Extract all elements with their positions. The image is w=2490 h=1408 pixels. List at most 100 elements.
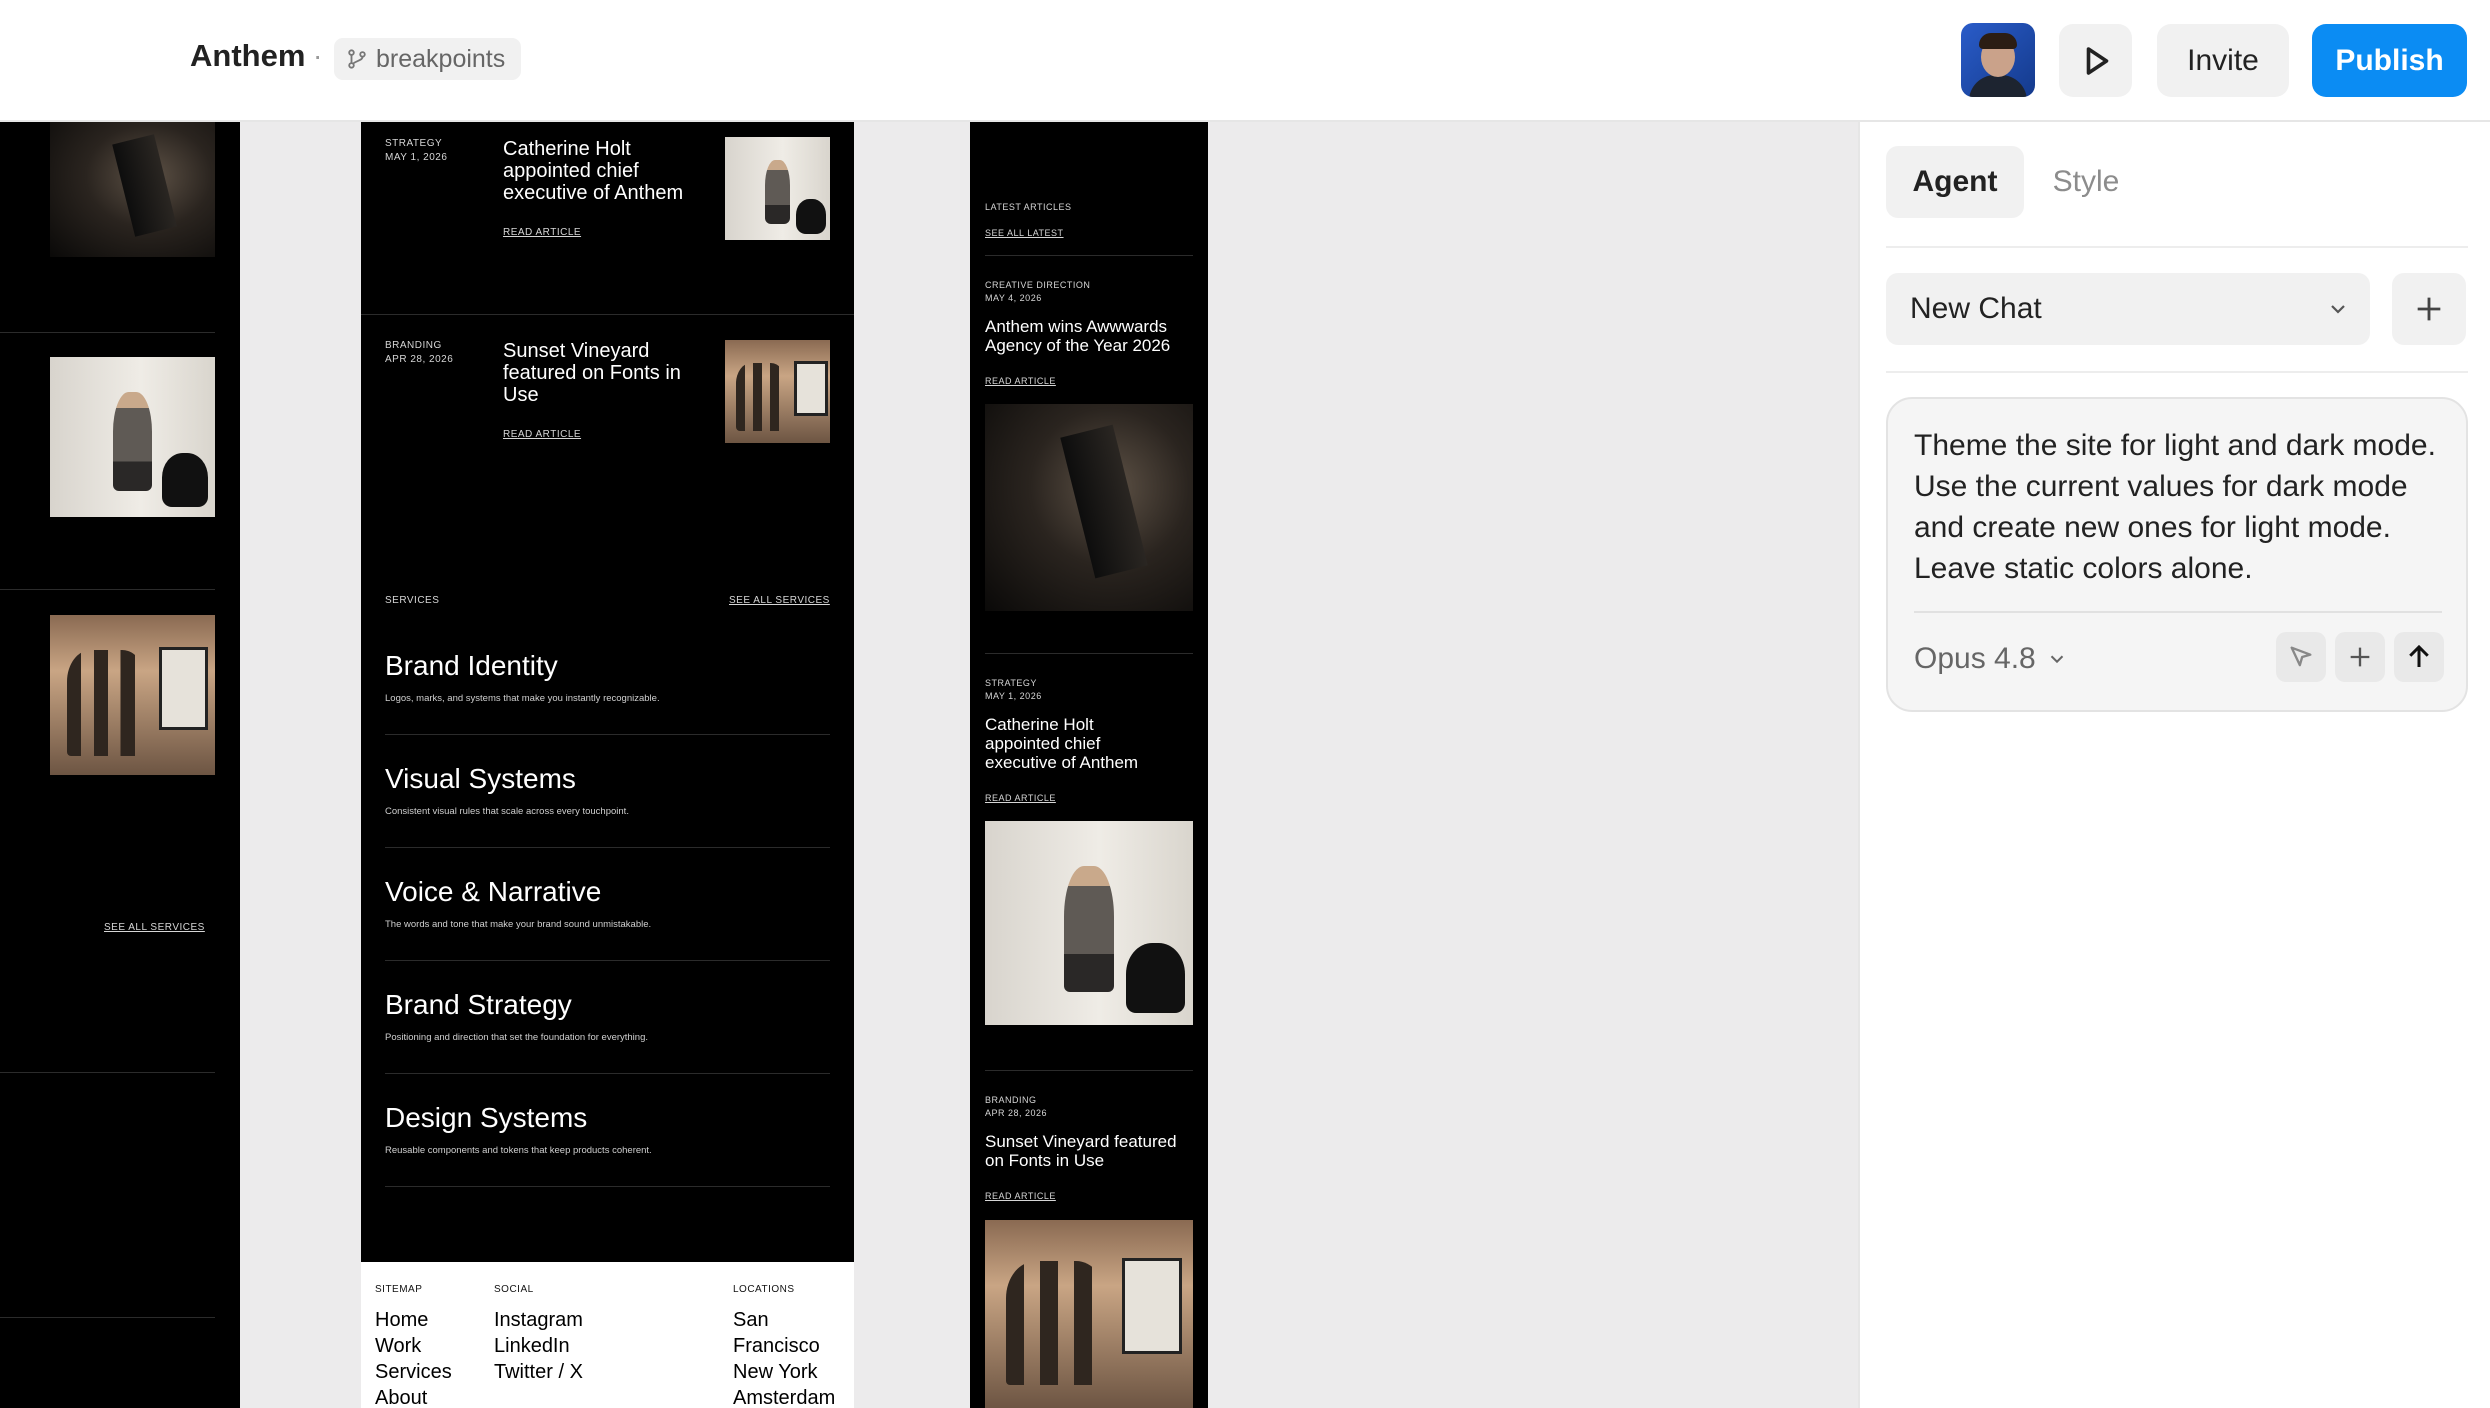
project-name[interactable]: Anthem (190, 38, 305, 74)
select-element-button[interactable] (2276, 632, 2326, 682)
new-chat-button[interactable] (2392, 273, 2466, 345)
article-title[interactable]: Catherine Holt appointed chief executive… (503, 138, 718, 204)
chevron-down-icon (2050, 655, 2063, 664)
latest-articles-label: LATEST ARTICLES (985, 202, 1072, 212)
footer-link-linkedin[interactable]: LinkedIn (494, 1333, 570, 1359)
divider (1914, 611, 2442, 613)
service-description: Reusable components and tokens that keep… (385, 1145, 652, 1156)
breakpoint-frame-small[interactable]: SEE ALL SERVICES (0, 122, 240, 1408)
service-name[interactable]: Voice & Narrative (385, 876, 601, 908)
branch-name: breakpoints (376, 44, 506, 73)
footer-link-services[interactable]: Services (375, 1359, 452, 1385)
article-title[interactable]: Sunset Vineyard featured on Fonts in Use (985, 1132, 1190, 1170)
location-item: New York (733, 1361, 818, 1383)
divider (385, 1186, 830, 1187)
see-all-services-link[interactable]: SEE ALL SERVICES (104, 922, 205, 933)
see-all-latest-link[interactable]: SEE ALL LATEST (985, 228, 1064, 238)
breakpoint-frame-mobile[interactable]: LATEST ARTICLES SEE ALL LATEST CREATIVE … (970, 122, 1208, 1408)
avatar[interactable] (1961, 23, 2035, 97)
footer-link-twitter[interactable]: Twitter / X (494, 1359, 583, 1385)
service-description: The words and tone that make your brand … (385, 919, 652, 930)
footer-link-home[interactable]: Home (375, 1307, 428, 1333)
chat-composer[interactable]: Theme the site for light and dark mode. … (1886, 397, 2468, 712)
article-title[interactable]: Sunset Vineyard featured on Fonts in Use (503, 340, 683, 406)
divider (385, 1073, 830, 1074)
attach-button[interactable] (2335, 632, 2385, 682)
service-name[interactable]: Brand Identity (385, 650, 558, 682)
divider (985, 255, 1193, 256)
article-date: MAY 4, 2026 (985, 293, 1042, 303)
sitemap-label: SITEMAP (375, 1284, 423, 1295)
play-icon (2086, 46, 2108, 75)
divider (1886, 246, 2468, 248)
read-article-link[interactable]: READ ARTICLE (985, 376, 1056, 386)
portrait-photo-image (50, 357, 215, 517)
breakpoint-frame-tablet[interactable]: STRATEGY MAY 1, 2026 Catherine Holt appo… (361, 122, 854, 1262)
site-footer: SITEMAP Home Work Services About SOCIAL … (361, 1262, 854, 1408)
divider (385, 847, 830, 848)
service-name[interactable]: Design Systems (385, 1102, 587, 1134)
article-category: BRANDING (985, 1095, 1037, 1105)
article-title[interactable]: Anthem wins Awwwards Agency of the Year … (985, 317, 1190, 355)
wine-bottles-image (985, 1220, 1193, 1408)
read-article-link[interactable]: READ ARTICLE (985, 793, 1056, 803)
divider (361, 314, 854, 315)
agent-panel: Agent Style New Chat Theme the site for … (1858, 122, 2490, 1408)
article-title[interactable]: Catherine Holt appointed chief executive… (985, 715, 1165, 772)
tab-style[interactable]: Style (2032, 146, 2140, 218)
plus-icon (2350, 647, 2370, 667)
tab-agent[interactable]: Agent (1886, 146, 2024, 218)
send-button[interactable] (2394, 632, 2444, 682)
model-name: Opus 4.8 (1914, 642, 2036, 675)
article-date: APR 28, 2026 (985, 1108, 1048, 1118)
model-selector[interactable]: Opus 4.8 (1914, 642, 2068, 676)
separator: · (313, 40, 323, 71)
divider (985, 653, 1193, 654)
article-category: CREATIVE DIRECTION (985, 280, 1091, 290)
service-description: Consistent visual rules that scale acros… (385, 806, 629, 817)
preview-button[interactable] (2059, 24, 2132, 97)
read-article-link[interactable]: READ ARTICLE (503, 429, 581, 440)
see-all-services-link[interactable]: SEE ALL SERVICES (729, 595, 830, 606)
wine-bottles-image (50, 615, 215, 775)
divider (1886, 371, 2468, 373)
publish-button[interactable]: Publish (2312, 24, 2467, 97)
prompt-input[interactable]: Theme the site for light and dark mode. … (1914, 425, 2454, 589)
git-branch-icon (348, 49, 366, 69)
service-description: Positioning and direction that set the f… (385, 1032, 649, 1043)
invite-button[interactable]: Invite (2157, 24, 2289, 97)
divider (0, 589, 215, 590)
article-category: STRATEGY (985, 678, 1037, 688)
divider (0, 1072, 215, 1073)
plus-icon (2417, 297, 2441, 321)
divider (0, 1317, 215, 1318)
service-name[interactable]: Brand Strategy (385, 989, 572, 1021)
chevron-down-icon (2331, 305, 2345, 314)
read-article-link[interactable]: READ ARTICLE (985, 1191, 1056, 1201)
divider (0, 332, 215, 333)
product-box-image (985, 404, 1193, 611)
chat-select[interactable]: New Chat (1886, 273, 2370, 345)
service-name[interactable]: Visual Systems (385, 763, 576, 795)
locations-label: LOCATIONS (733, 1284, 795, 1295)
services-label: SERVICES (385, 595, 440, 606)
divider (385, 960, 830, 961)
wine-bottles-image (725, 340, 830, 443)
design-canvas[interactable]: SEE ALL SERVICES STRATEGY MAY 1, 2026 Ca… (0, 122, 1858, 1408)
read-article-link[interactable]: READ ARTICLE (503, 227, 581, 238)
product-box-image (50, 122, 215, 257)
footer-link-about[interactable]: About (375, 1385, 427, 1408)
chat-select-value: New Chat (1910, 292, 2042, 325)
footer-link-work[interactable]: Work (375, 1333, 421, 1359)
arrow-up-icon (2409, 644, 2429, 667)
footer-link-instagram[interactable]: Instagram (494, 1307, 583, 1333)
article-category: STRATEGY (385, 138, 443, 149)
location-item: San Francisco (733, 1309, 820, 1357)
divider (985, 1070, 1193, 1071)
portrait-photo-image (985, 821, 1193, 1025)
cursor-icon (2290, 646, 2312, 667)
branch-chip[interactable]: breakpoints (334, 38, 522, 80)
service-description: Logos, marks, and systems that make you … (385, 693, 660, 704)
divider (385, 734, 830, 735)
location-item: Amsterdam (733, 1387, 836, 1408)
